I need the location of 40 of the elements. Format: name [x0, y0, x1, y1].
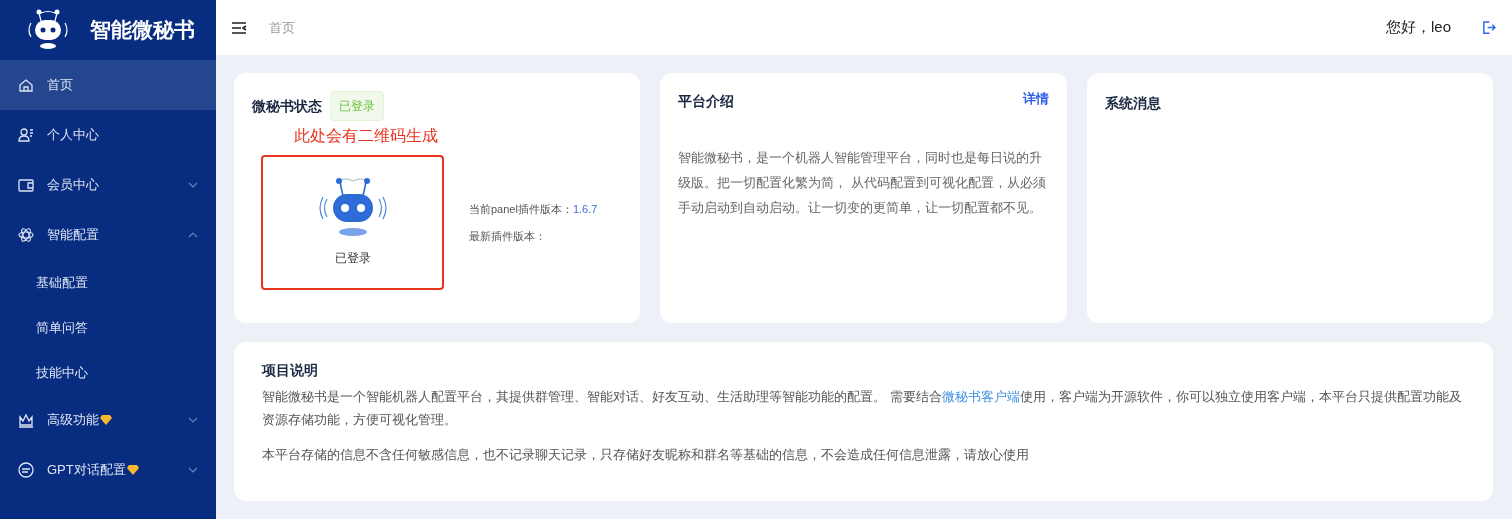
chevron-icon[interactable]: [188, 182, 198, 188]
description-text: 本平台存储的信息不含任何敏感信息，也不记录聊天记录，只存储好友昵称和群名等基础的信息，不会造成任何信息泄露，请放心使用: [262, 446, 1030, 464]
chat-icon: [18, 462, 34, 478]
annotation-text: 此处会有二维码生成: [294, 126, 439, 146]
sidebar-item[interactable]: 智能配置: [0, 210, 216, 260]
home-icon: [18, 77, 34, 93]
card-title: 系统消息: [1104, 95, 1161, 111]
sidebar-item[interactable]: 会员中心: [0, 160, 216, 210]
version-value: 1.6.7: [572, 201, 598, 217]
robot-icon: [316, 177, 389, 239]
chevron-icon[interactable]: [188, 467, 198, 473]
greeting: 您好，leo: [1385, 17, 1451, 38]
status-badge: 已登录: [330, 91, 384, 121]
card-title: 微秘书状态: [252, 96, 322, 116]
qr-caption: 已登录: [334, 250, 371, 267]
sidebar-item[interactable]: 高级功能: [0, 395, 216, 445]
client-link[interactable]: 微秘书客户端: [941, 389, 1020, 404]
card-title: 项目说明: [262, 361, 318, 380]
version-label: 当前panel插件版本：: [469, 201, 573, 217]
submenu-item[interactable]: 基础配置: [0, 260, 216, 305]
user-icon: [18, 127, 34, 143]
version-label: 最新插件版本：: [469, 229, 546, 244]
chevron-icon[interactable]: [188, 232, 198, 238]
menu-collapse-icon[interactable]: [231, 20, 247, 35]
submenu-item[interactable]: 技能中心: [0, 350, 216, 395]
robot-logo-icon: [26, 9, 70, 51]
card-title: 平台介绍: [678, 92, 735, 111]
crown-icon: [18, 412, 34, 428]
sidebar-item[interactable]: 首页: [0, 60, 216, 110]
logo-text: 智能微秘书: [90, 17, 195, 44]
details-link[interactable]: 详情: [1022, 89, 1049, 109]
logout-icon[interactable]: [1481, 20, 1496, 35]
submenu-item[interactable]: 简单问答: [0, 305, 216, 350]
description-text: 智能微秘书是一个智能机器人配置平台，其提供群管理、智能对话、好友互动、生活助理等智能功能的配置。 需要结合微秘书客户端使用，客户端为开源软件，你可以独立使用客户端，本平台只提供配置功能及资源存储功能，方便可视化管理。: [262, 388, 1463, 429]
wallet-icon: [18, 177, 34, 193]
sidebar-item[interactable]: GPT对话配置: [0, 445, 216, 495]
intro-text: 智能微秘书，是一个机器人智能管理平台，同时也是每日说的升级版。把一切配置化繁为简， 从代码配置到可视化配置，从必须手动启动到自动启动。让一切变的更简单，让一切配置都不见。: [678, 149, 1047, 217]
sidebar-item[interactable]: 个人中心: [0, 110, 216, 160]
chevron-icon[interactable]: [188, 417, 198, 423]
atom-icon: [18, 227, 34, 243]
